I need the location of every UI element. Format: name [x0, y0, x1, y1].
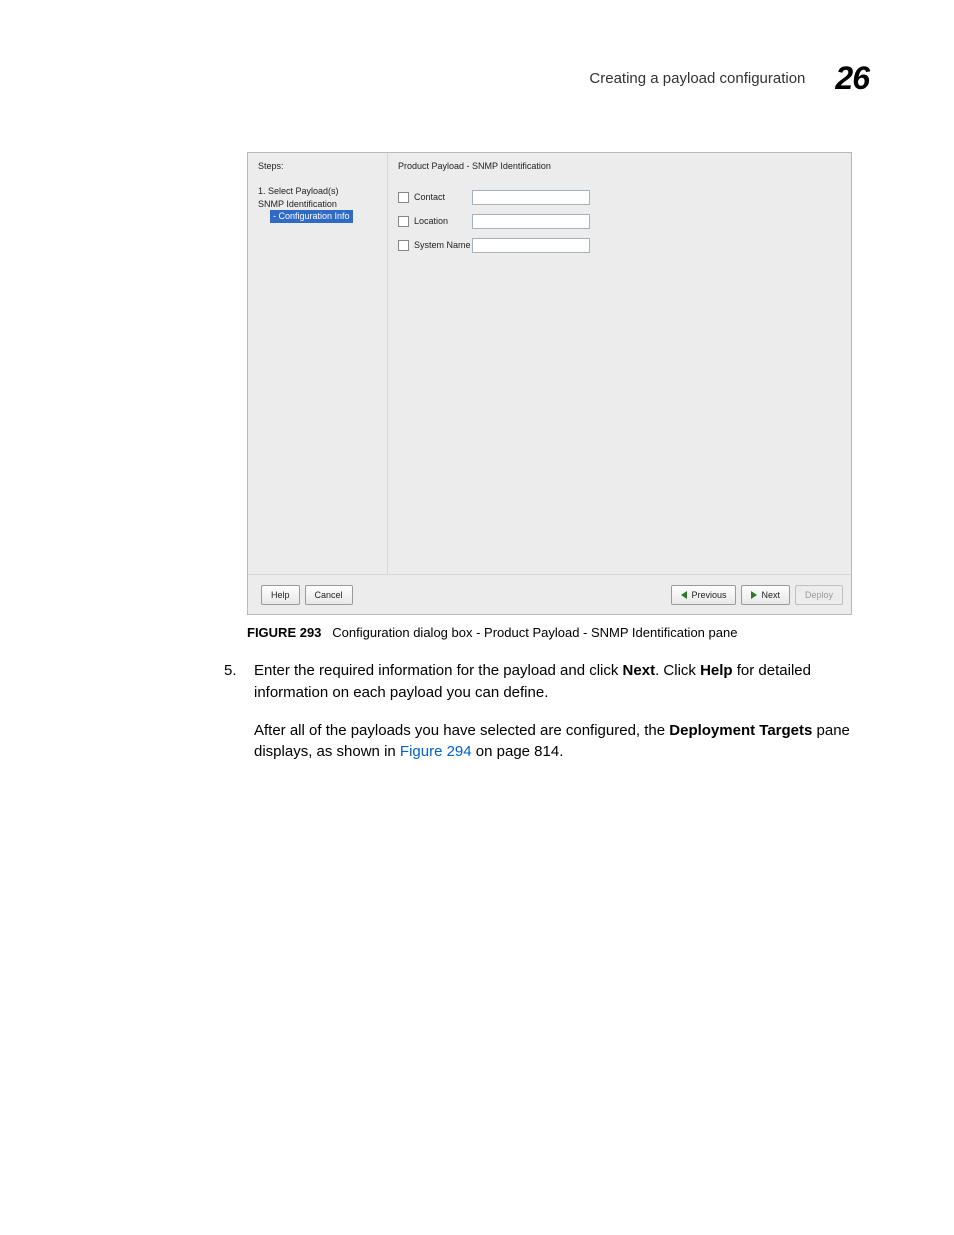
step-snmp-identification[interactable]: SNMP Identification	[258, 198, 377, 211]
figure-caption-text: Configuration dialog box - Product Paylo…	[332, 625, 737, 640]
followup-paragraph: After all of the payloads you have selec…	[254, 720, 854, 764]
main-panel: Product Payload - SNMP Identification Co…	[388, 153, 851, 574]
steps-panel: Steps: 1. Select Payload(s) SNMP Identif…	[248, 153, 388, 574]
location-checkbox[interactable]	[398, 216, 409, 227]
next-button[interactable]: Next	[741, 585, 790, 605]
system-name-input[interactable]	[472, 238, 590, 253]
steps-heading: Steps:	[258, 161, 377, 171]
system-name-checkbox[interactable]	[398, 240, 409, 251]
step-configuration-info[interactable]: - Configuration Info	[258, 210, 377, 223]
step-5-number: 5.	[224, 660, 254, 704]
dialog-footer: Help Cancel Previous Next Deploy	[248, 574, 851, 614]
step-1[interactable]: 1. Select Payload(s)	[258, 185, 377, 198]
figure-294-link[interactable]: Figure 294	[400, 743, 472, 760]
triangle-right-icon	[751, 591, 757, 599]
system-name-label: System Name	[414, 240, 472, 250]
previous-button[interactable]: Previous	[671, 585, 736, 605]
header-section-title: Creating a payload configuration	[589, 70, 805, 87]
figure-caption: FIGURE 293 Configuration dialog box - Pr…	[247, 625, 852, 640]
location-input[interactable]	[472, 214, 590, 229]
figure-label: FIGURE 293	[247, 625, 321, 640]
help-button[interactable]: Help	[261, 585, 300, 605]
step-5: 5. Enter the required information for th…	[224, 660, 854, 704]
triangle-left-icon	[681, 591, 687, 599]
step-5-text: Enter the required information for the p…	[254, 660, 854, 704]
header-chapter-number: 26	[835, 60, 869, 97]
config-dialog: Steps: 1. Select Payload(s) SNMP Identif…	[247, 152, 852, 615]
contact-label: Contact	[414, 192, 472, 202]
contact-input[interactable]	[472, 190, 590, 205]
deploy-button: Deploy	[795, 585, 843, 605]
location-label: Location	[414, 216, 472, 226]
contact-checkbox[interactable]	[398, 192, 409, 203]
pane-title: Product Payload - SNMP Identification	[398, 161, 841, 171]
cancel-button[interactable]: Cancel	[305, 585, 353, 605]
